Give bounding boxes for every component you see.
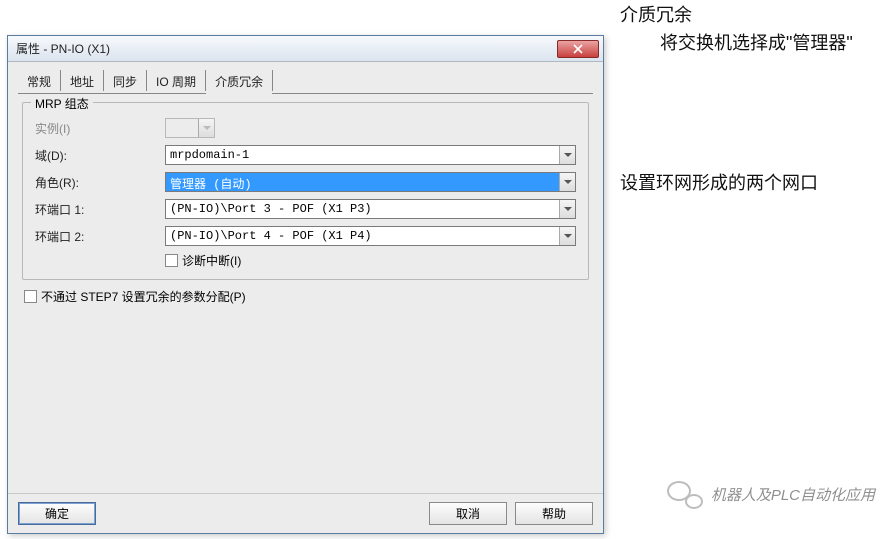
tab-media-redundancy[interactable]: 介质冗余 <box>206 69 272 94</box>
checkbox-no-step7[interactable] <box>24 290 37 303</box>
chevron-down-icon[interactable] <box>559 146 575 164</box>
combo-domain[interactable]: mrpdomain-1 <box>165 145 576 165</box>
wechat-icon <box>667 479 703 509</box>
close-button[interactable] <box>557 40 599 58</box>
combo-port2[interactable]: (PN-IO)\Port 4 - POF (X1 P4) <box>165 226 576 246</box>
checkbox-step7-row: 不通过 STEP7 设置冗余的参数分配(P) <box>24 288 589 305</box>
watermark: 机器人及PLC自动化应用 <box>667 479 875 509</box>
properties-dialog: 属性 - PN-IO (X1) 常规 地址 同步 IO 周期 介质冗余 MRP … <box>7 35 604 534</box>
ok-button[interactable]: 确定 <box>18 502 96 525</box>
label-no-step7: 不通过 STEP7 设置冗余的参数分配(P) <box>41 288 246 305</box>
annotation-title: 介质冗余 <box>620 2 692 29</box>
label-port1: 环端口 1: <box>35 201 165 218</box>
tab-sync[interactable]: 同步 <box>104 69 146 94</box>
label-role: 角色(R): <box>35 174 165 191</box>
tab-bar: 常规 地址 同步 IO 周期 介质冗余 <box>8 62 603 93</box>
label-diag-interrupt: 诊断中断(I) <box>182 252 241 269</box>
tab-io-cycle[interactable]: IO 周期 <box>147 69 205 94</box>
groupbox-legend: MRP 组态 <box>31 95 93 112</box>
tab-general[interactable]: 常规 <box>18 69 60 94</box>
close-icon <box>573 44 583 54</box>
help-button[interactable]: 帮助 <box>515 502 593 525</box>
tab-address[interactable]: 地址 <box>61 69 103 94</box>
combo-role[interactable]: 管理器 (自动) <box>165 172 576 192</box>
label-instance: 实例(I) <box>35 120 165 137</box>
checkbox-diag-interrupt[interactable] <box>165 254 178 267</box>
chevron-down-icon[interactable] <box>559 200 575 218</box>
chevron-down-icon[interactable] <box>559 173 575 191</box>
watermark-text: 机器人及PLC自动化应用 <box>711 484 875 505</box>
annotation-ports: 设置环网形成的两个网口 <box>620 170 880 197</box>
dialog-footer: 确定 取消 帮助 <box>8 493 603 533</box>
annotation-role: 将交换机选择成"管理器" <box>660 30 870 57</box>
chevron-down-icon <box>198 119 214 137</box>
label-port2: 环端口 2: <box>35 228 165 245</box>
tab-content: MRP 组态 实例(I) 域(D): mrpdomain-1 角色(R): <box>8 94 603 313</box>
label-domain: 域(D): <box>35 147 165 164</box>
combo-port1[interactable]: (PN-IO)\Port 3 - POF (X1 P3) <box>165 199 576 219</box>
cancel-button[interactable]: 取消 <box>429 502 507 525</box>
checkbox-diag-row: 诊断中断(I) <box>165 252 576 269</box>
titlebar[interactable]: 属性 - PN-IO (X1) <box>8 36 603 62</box>
window-title: 属性 - PN-IO (X1) <box>16 40 110 57</box>
chevron-down-icon[interactable] <box>559 227 575 245</box>
combo-instance <box>165 118 215 138</box>
mrp-groupbox: MRP 组态 实例(I) 域(D): mrpdomain-1 角色(R): <box>22 102 589 280</box>
